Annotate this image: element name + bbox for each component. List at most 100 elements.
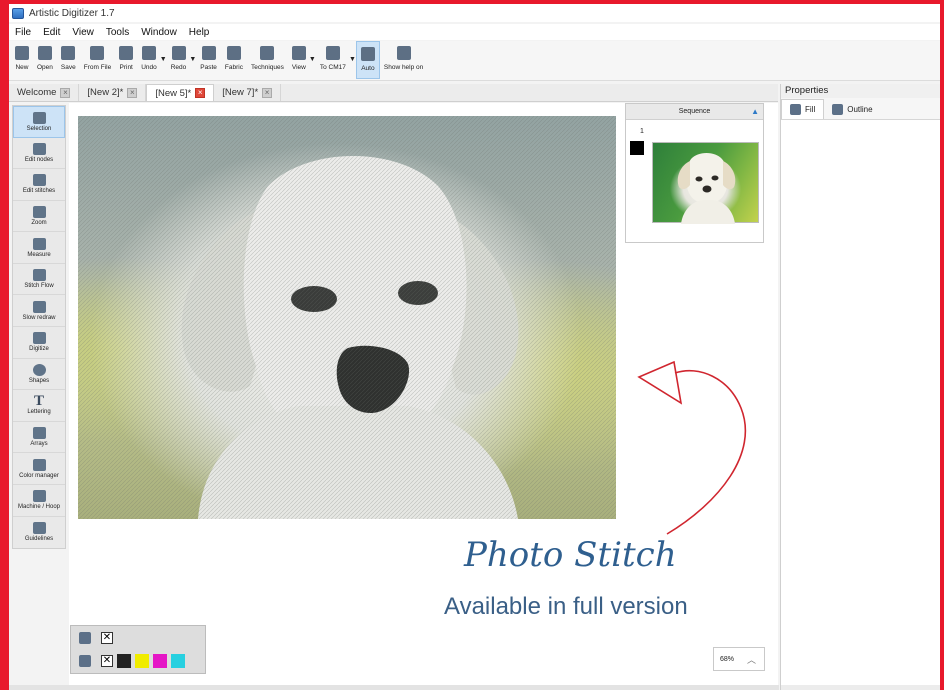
view-dropdown-arrow-icon[interactable]: ▼ — [309, 56, 316, 63]
swatch-black[interactable] — [117, 654, 131, 668]
save-button[interactable]: Save — [57, 41, 80, 79]
chevron-up-icon[interactable]: ︿ — [747, 653, 756, 666]
tool-measure[interactable]: Measure — [13, 232, 65, 264]
tool-edit-nodes[interactable]: Edit nodes — [13, 138, 65, 170]
to-machine-button[interactable]: To CM17 ▼ — [316, 41, 356, 79]
view-button[interactable]: View ▼ — [288, 41, 316, 79]
fill-bucket-icon — [79, 655, 91, 667]
undo-dropdown-arrow-icon[interactable]: ▼ — [160, 56, 167, 63]
tab-fill[interactable]: Fill — [781, 99, 825, 119]
new-file-icon — [15, 46, 29, 60]
from-file-button[interactable]: From File — [80, 41, 115, 79]
properties-title: Properties — [781, 84, 940, 98]
close-icon[interactable]: × — [127, 87, 138, 98]
menu-help[interactable]: Help — [183, 27, 216, 38]
stitched-photo[interactable] — [78, 116, 616, 519]
close-icon[interactable]: × — [195, 88, 206, 98]
tool-selection[interactable]: Selection — [13, 106, 65, 138]
no-fill-swatch[interactable]: ✕ — [101, 655, 113, 667]
sequence-thumbnail[interactable] — [652, 142, 759, 224]
techniques-button[interactable]: Techniques — [247, 41, 288, 79]
close-icon[interactable]: × — [60, 87, 71, 98]
new-button[interactable]: New — [11, 41, 33, 79]
selection-icon — [32, 111, 46, 124]
tool-machine-hoop[interactable]: Machine / Hoop — [13, 485, 65, 517]
photo-stitch-title: Photo Stitch — [464, 535, 677, 575]
swatch-yellow[interactable] — [135, 654, 149, 668]
tool-arrays[interactable]: Arrays — [13, 422, 65, 454]
auto-button[interactable]: Auto — [355, 41, 380, 79]
import-file-icon — [90, 46, 105, 60]
redo-dropdown-arrow-icon[interactable]: ▼ — [189, 56, 196, 63]
tab-new-7[interactable]: [New 7]* × — [214, 84, 282, 101]
paste-button[interactable]: Paste — [196, 41, 221, 79]
edit-stitches-icon — [32, 174, 46, 187]
tool-zoom[interactable]: Zoom — [13, 201, 65, 233]
sequence-color-swatch[interactable] — [630, 141, 644, 155]
undo-button[interactable]: Undo ▼ — [137, 41, 167, 79]
status-bar — [9, 685, 779, 690]
digitize-icon — [32, 332, 46, 345]
print-icon — [119, 46, 134, 60]
redo-button[interactable]: Redo ▼ — [167, 41, 196, 79]
view-icon — [291, 46, 306, 60]
guidelines-icon — [32, 522, 46, 535]
menu-bar: File Edit View Tools Window Help — [9, 24, 940, 40]
lettering-icon: T — [33, 393, 44, 410]
tab-new-2[interactable]: [New 2]* × — [79, 84, 147, 101]
menu-tools[interactable]: Tools — [100, 27, 135, 38]
open-button[interactable]: Open — [33, 41, 57, 79]
tool-slow-redraw[interactable]: Slow redraw — [13, 295, 65, 328]
swatch-cyan[interactable] — [171, 654, 185, 668]
swatch-magenta[interactable] — [153, 654, 167, 668]
open-folder-icon — [37, 46, 52, 60]
collapse-arrow-icon[interactable]: ▲ — [751, 104, 759, 120]
outline-pen-icon — [832, 103, 844, 115]
to-machine-dropdown-arrow-icon[interactable]: ▼ — [349, 56, 356, 63]
arrays-icon — [32, 427, 46, 440]
tool-lettering[interactable]: T Lettering — [13, 390, 65, 422]
menu-file[interactable]: File — [9, 27, 37, 38]
to-machine-icon — [325, 46, 340, 60]
tool-digitize[interactable]: Digitize — [13, 327, 65, 359]
tab-welcome[interactable]: Welcome × — [9, 84, 80, 101]
techniques-icon — [260, 46, 275, 60]
menu-edit[interactable]: Edit — [37, 27, 66, 38]
properties-panel: Properties Fill Outline — [780, 84, 940, 690]
color-palette: ✕ ✕ — [70, 625, 206, 674]
menu-view[interactable]: View — [66, 27, 100, 38]
photo-stitch-subtitle: Available in full version — [444, 593, 688, 620]
tool-panel: Selection Edit nodes Edit stitches Zoom … — [12, 105, 66, 549]
properties-tabs: Fill Outline — [781, 98, 940, 120]
fabric-button[interactable]: Fabric — [221, 41, 247, 79]
show-help-button[interactable]: Show help on — [380, 41, 427, 79]
tool-shapes[interactable]: Shapes — [13, 359, 65, 391]
tool-color-manager[interactable]: Color manager — [13, 453, 65, 485]
menu-window[interactable]: Window — [135, 27, 183, 38]
undo-icon — [141, 46, 156, 60]
tool-guidelines[interactable]: Guidelines — [13, 517, 65, 549]
zoom-control[interactable]: 68% ︿ — [713, 647, 765, 671]
auto-icon — [360, 47, 375, 61]
tab-new-5[interactable]: [New 5]* × — [146, 84, 215, 101]
design-canvas[interactable]: Sequence ▲ 1 Photo Stitch Available in f… — [69, 103, 778, 690]
machine-hoop-icon — [32, 490, 46, 503]
puppy-thumbnail-image — [677, 153, 736, 224]
outline-pen-icon — [79, 632, 91, 644]
color-manager-icon — [32, 458, 46, 471]
no-outline-swatch[interactable]: ✕ — [101, 632, 113, 644]
print-button[interactable]: Print — [115, 41, 137, 79]
close-icon[interactable]: × — [262, 87, 273, 98]
tool-stitch-flow[interactable]: Stitch Flow — [13, 264, 65, 296]
title-bar: Artistic Digitizer 1.7 — [9, 4, 940, 22]
tab-outline[interactable]: Outline — [824, 99, 880, 119]
zoom-value: 68% — [720, 655, 735, 663]
document-tab-bar: Welcome × [New 2]* × [New 5]* × [New 7]* × — [9, 84, 778, 102]
properties-bottom-tabs — [781, 685, 940, 690]
window-title: Artistic Digitizer 1.7 — [29, 7, 115, 19]
shapes-icon — [32, 363, 46, 376]
measure-icon — [32, 237, 46, 250]
paste-icon — [201, 46, 216, 60]
sequence-header: Sequence ▲ — [626, 104, 763, 120]
tool-edit-stitches[interactable]: Edit stitches — [13, 169, 65, 201]
